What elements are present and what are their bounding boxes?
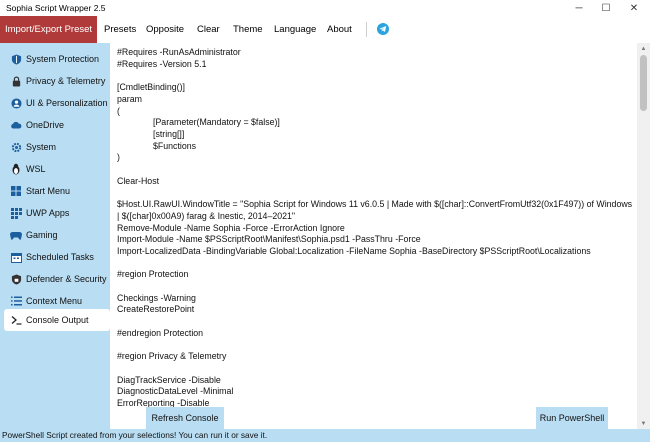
console-code: #Requires -RunAsAdministrator #Requires -…: [117, 47, 633, 410]
sidebar-item-label: Context Menu: [26, 296, 83, 306]
menu-about[interactable]: About: [327, 16, 352, 43]
sidebar-item-label: System: [26, 142, 57, 152]
shield-icon: [10, 53, 22, 65]
console-line: [CmdletBinding()]: [117, 82, 185, 93]
windows-icon: [10, 185, 22, 197]
scroll-down-arrow-icon[interactable]: ▼: [637, 418, 650, 429]
sidebar: System Protection Privacy & Telemetry UI…: [0, 43, 110, 429]
run-powershell-button[interactable]: Run PowerShell: [536, 407, 608, 429]
console-line: DiagTrackService -Disable: [117, 374, 221, 385]
lock-icon: [10, 75, 22, 87]
menu-bar: Import/Export Preset Presets Opposite Cl…: [0, 16, 650, 43]
sidebar-item-label: Scheduled Tasks: [26, 252, 94, 262]
apps-icon: [10, 207, 22, 219]
sidebar-item-scheduled-tasks[interactable]: Scheduled Tasks: [0, 246, 110, 268]
sidebar-item-label: Start Menu: [26, 186, 71, 196]
console-line: Remove-Module -Name Sophia -Force -Error…: [117, 222, 345, 233]
console-line: #endregion Protection: [117, 327, 204, 338]
menu-language[interactable]: Language: [274, 16, 316, 43]
console-line: (: [117, 105, 120, 116]
console-line: Import-Module -Name $PSScriptRoot\Manife…: [117, 234, 421, 245]
console-line: CreateRestorePoint: [117, 304, 195, 315]
sidebar-item-console-output[interactable]: Console Output: [4, 309, 110, 331]
menu-opposite[interactable]: Opposite: [146, 16, 184, 43]
cloud-icon: [10, 119, 22, 131]
window-title: Sophia Script Wrapper 2.5: [6, 3, 106, 13]
scroll-up-arrow-icon[interactable]: ▲: [637, 43, 650, 54]
sidebar-item-label: OneDrive: [26, 120, 65, 130]
console-line: [string[]]: [153, 128, 185, 139]
sidebar-item-label: Defender & Security: [26, 274, 107, 284]
console-line: #Requires -Version 5.1: [117, 58, 207, 69]
sidebar-item-wsl[interactable]: WSL: [0, 158, 110, 180]
sidebar-item-label: WSL: [26, 164, 46, 174]
sidebar-item-label: Privacy & Telemetry: [26, 76, 106, 86]
console-line: param: [117, 93, 142, 104]
shield-lock-icon: [10, 273, 22, 285]
sidebar-item-onedrive[interactable]: OneDrive: [0, 114, 110, 136]
console-line: #region Privacy & Telemetry: [117, 351, 227, 362]
console-line: Clear-Host: [117, 175, 160, 186]
terminal-icon: [10, 314, 22, 326]
telegram-icon[interactable]: [377, 23, 389, 35]
sidebar-item-uwp-apps[interactable]: UWP Apps: [0, 202, 110, 224]
menu-clear[interactable]: Clear: [197, 16, 220, 43]
sidebar-item-label: Gaming: [26, 230, 58, 240]
sidebar-item-start-menu[interactable]: Start Menu: [0, 180, 110, 202]
sidebar-item-label: Console Output: [26, 315, 89, 325]
menu-divider: [366, 22, 367, 37]
title-bar: Sophia Script Wrapper 2.5 ─ ☐ ✕: [0, 0, 650, 16]
console-line: DiagnosticDataLevel -Minimal: [117, 386, 234, 397]
refresh-console-button[interactable]: Refresh Console: [146, 407, 224, 429]
sidebar-item-defender-security[interactable]: Defender & Security: [0, 268, 110, 290]
console-line: [Parameter(Mandatory = $false)]: [153, 117, 280, 128]
list-icon: [10, 295, 22, 307]
menu-theme[interactable]: Theme: [233, 16, 263, 43]
scrollbar-thumb[interactable]: [640, 55, 647, 111]
console-output-textbox[interactable]: #Requires -RunAsAdministrator #Requires -…: [110, 43, 637, 429]
person-icon: [10, 97, 22, 109]
sidebar-item-label: UI & Personalization: [26, 98, 108, 108]
sidebar-item-label: System Protection: [26, 54, 100, 64]
console-line: #region Protection: [117, 269, 189, 280]
maximize-button[interactable]: ☐: [592, 0, 620, 16]
sidebar-item-ui-personalization[interactable]: UI & Personalization: [0, 92, 110, 114]
sidebar-item-system[interactable]: System: [0, 136, 110, 158]
console-line: Checkings -Warning: [117, 292, 196, 303]
menu-import-export-preset[interactable]: Import/Export Preset: [0, 16, 97, 43]
console-line: Import-LocalizedData -BindingVariable Gl…: [117, 245, 591, 256]
vertical-scrollbar[interactable]: ▲ ▼: [637, 43, 650, 429]
calendar-icon: [10, 251, 22, 263]
sidebar-item-privacy-telemetry[interactable]: Privacy & Telemetry: [0, 70, 110, 92]
gamepad-icon: [10, 229, 22, 241]
console-actions: Refresh Console Run PowerShell: [110, 407, 637, 429]
minimize-button[interactable]: ─: [565, 0, 593, 16]
console-line: #Requires -RunAsAdministrator: [117, 47, 241, 57]
sidebar-item-system-protection[interactable]: System Protection: [0, 48, 110, 70]
close-button[interactable]: ✕: [620, 0, 648, 16]
console-line: $Host.UI.RawUI.WindowTitle = "Sophia Scr…: [117, 199, 635, 221]
sidebar-item-label: UWP Apps: [26, 208, 70, 218]
console-line: $Functions: [153, 140, 197, 151]
console-line: ): [117, 152, 120, 163]
gear-icon: [10, 141, 22, 153]
status-bar: PowerShell Script created from your sele…: [0, 429, 650, 442]
menu-presets[interactable]: Presets: [104, 16, 136, 43]
sidebar-item-gaming[interactable]: Gaming: [0, 224, 110, 246]
penguin-icon: [10, 163, 22, 175]
